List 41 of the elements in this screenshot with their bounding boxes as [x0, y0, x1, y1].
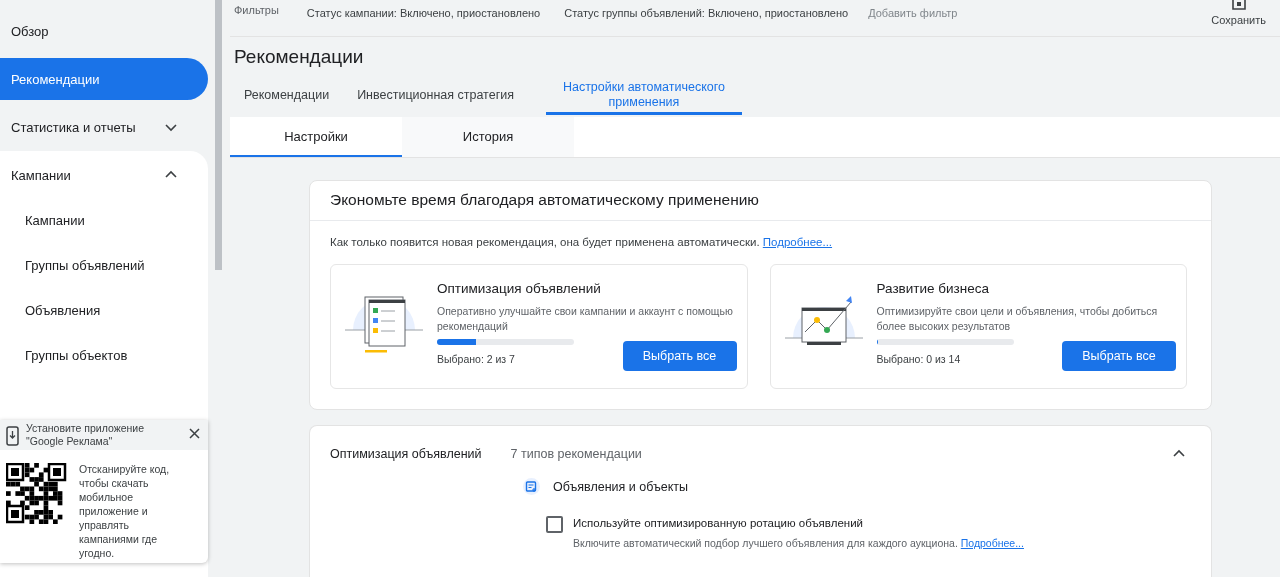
option-label: Используйте оптимизированную ротацию объявлений	[573, 517, 864, 529]
description-text: Как только появится новая рекомендация, она будет применена автоматически.	[330, 236, 761, 248]
sidebar-subitem[interactable]: Объявления	[0, 289, 208, 331]
page-title: Рекомендации	[234, 46, 365, 69]
option-description: Включите автоматический подбор лучшего объявления для каждого аукциона.	[573, 537, 959, 549]
recommendation-count: 7 типов рекомендации	[510, 447, 643, 461]
category-text: Оптимизируйте свои цели и объявления, чтобы добиться более высоких результатов	[876, 304, 1159, 334]
select-all-button[interactable]: Выбрать все	[622, 341, 737, 371]
sidebar-item[interactable]: Статистика и отчеты	[0, 106, 208, 148]
checkbox[interactable]	[546, 516, 563, 533]
save-button[interactable]: Сохранить	[1211, 0, 1266, 26]
filter-chip[interactable]: Статус группы объявлений: Включено, приостановлено	[556, 0, 857, 26]
sidebar-item[interactable]: Обзор	[0, 10, 208, 52]
select-all-button[interactable]: Выбрать все	[1062, 341, 1176, 371]
sidebar-subitem[interactable]: Кампании	[0, 199, 208, 241]
sidebar-item[interactable]: Рекомендации	[0, 58, 208, 100]
selected-count: Выбрано: 2 из 7	[437, 353, 516, 365]
tab[interactable]: История	[402, 117, 574, 157]
qr-code	[6, 463, 67, 524]
selected-count: Выбрано: 0 из 14	[876, 353, 962, 365]
tab[interactable]: Инвестиционная стратегия	[343, 78, 528, 115]
ad-add-icon	[523, 478, 540, 495]
filter-chip[interactable]: Статус кампании: Включено, приостановлено	[298, 0, 549, 26]
scrollbar-thumb[interactable]	[215, 0, 222, 270]
sidebar-subitem[interactable]: Группы объявлений	[0, 244, 208, 286]
category-text: Оперативно улучшайте свои кампании и аккаунт с помощью рекомендаций	[437, 304, 734, 334]
card-title: Экономьте время благодаря автоматическому применению	[310, 181, 1211, 221]
learn-more-link[interactable]: Подробнее...	[960, 537, 1024, 549]
category-title: Оптимизация объявлений	[437, 281, 602, 296]
group-title: Объявления и объекты	[553, 479, 688, 494]
learn-more-link[interactable]: Подробнее...	[762, 236, 833, 248]
popup-text: Отсканируйте код, чтобы скачать мобильное приложение и управлять кампаниями где угодно.	[79, 462, 171, 560]
sidebar-item[interactable]: Кампании	[0, 154, 208, 196]
phone-download-icon	[6, 426, 19, 446]
sidebar-subitem[interactable]: Группы объектов	[0, 334, 208, 376]
section-title: Оптимизация объявлений	[330, 447, 482, 461]
tab[interactable]: Рекомендации	[230, 78, 344, 115]
close-icon[interactable]	[189, 428, 200, 439]
filters-label: Фильтры	[234, 4, 279, 16]
category-title: Развитие бизнеса	[876, 281, 990, 296]
popup-title: Установите приложение "Google Реклама"	[26, 422, 145, 448]
